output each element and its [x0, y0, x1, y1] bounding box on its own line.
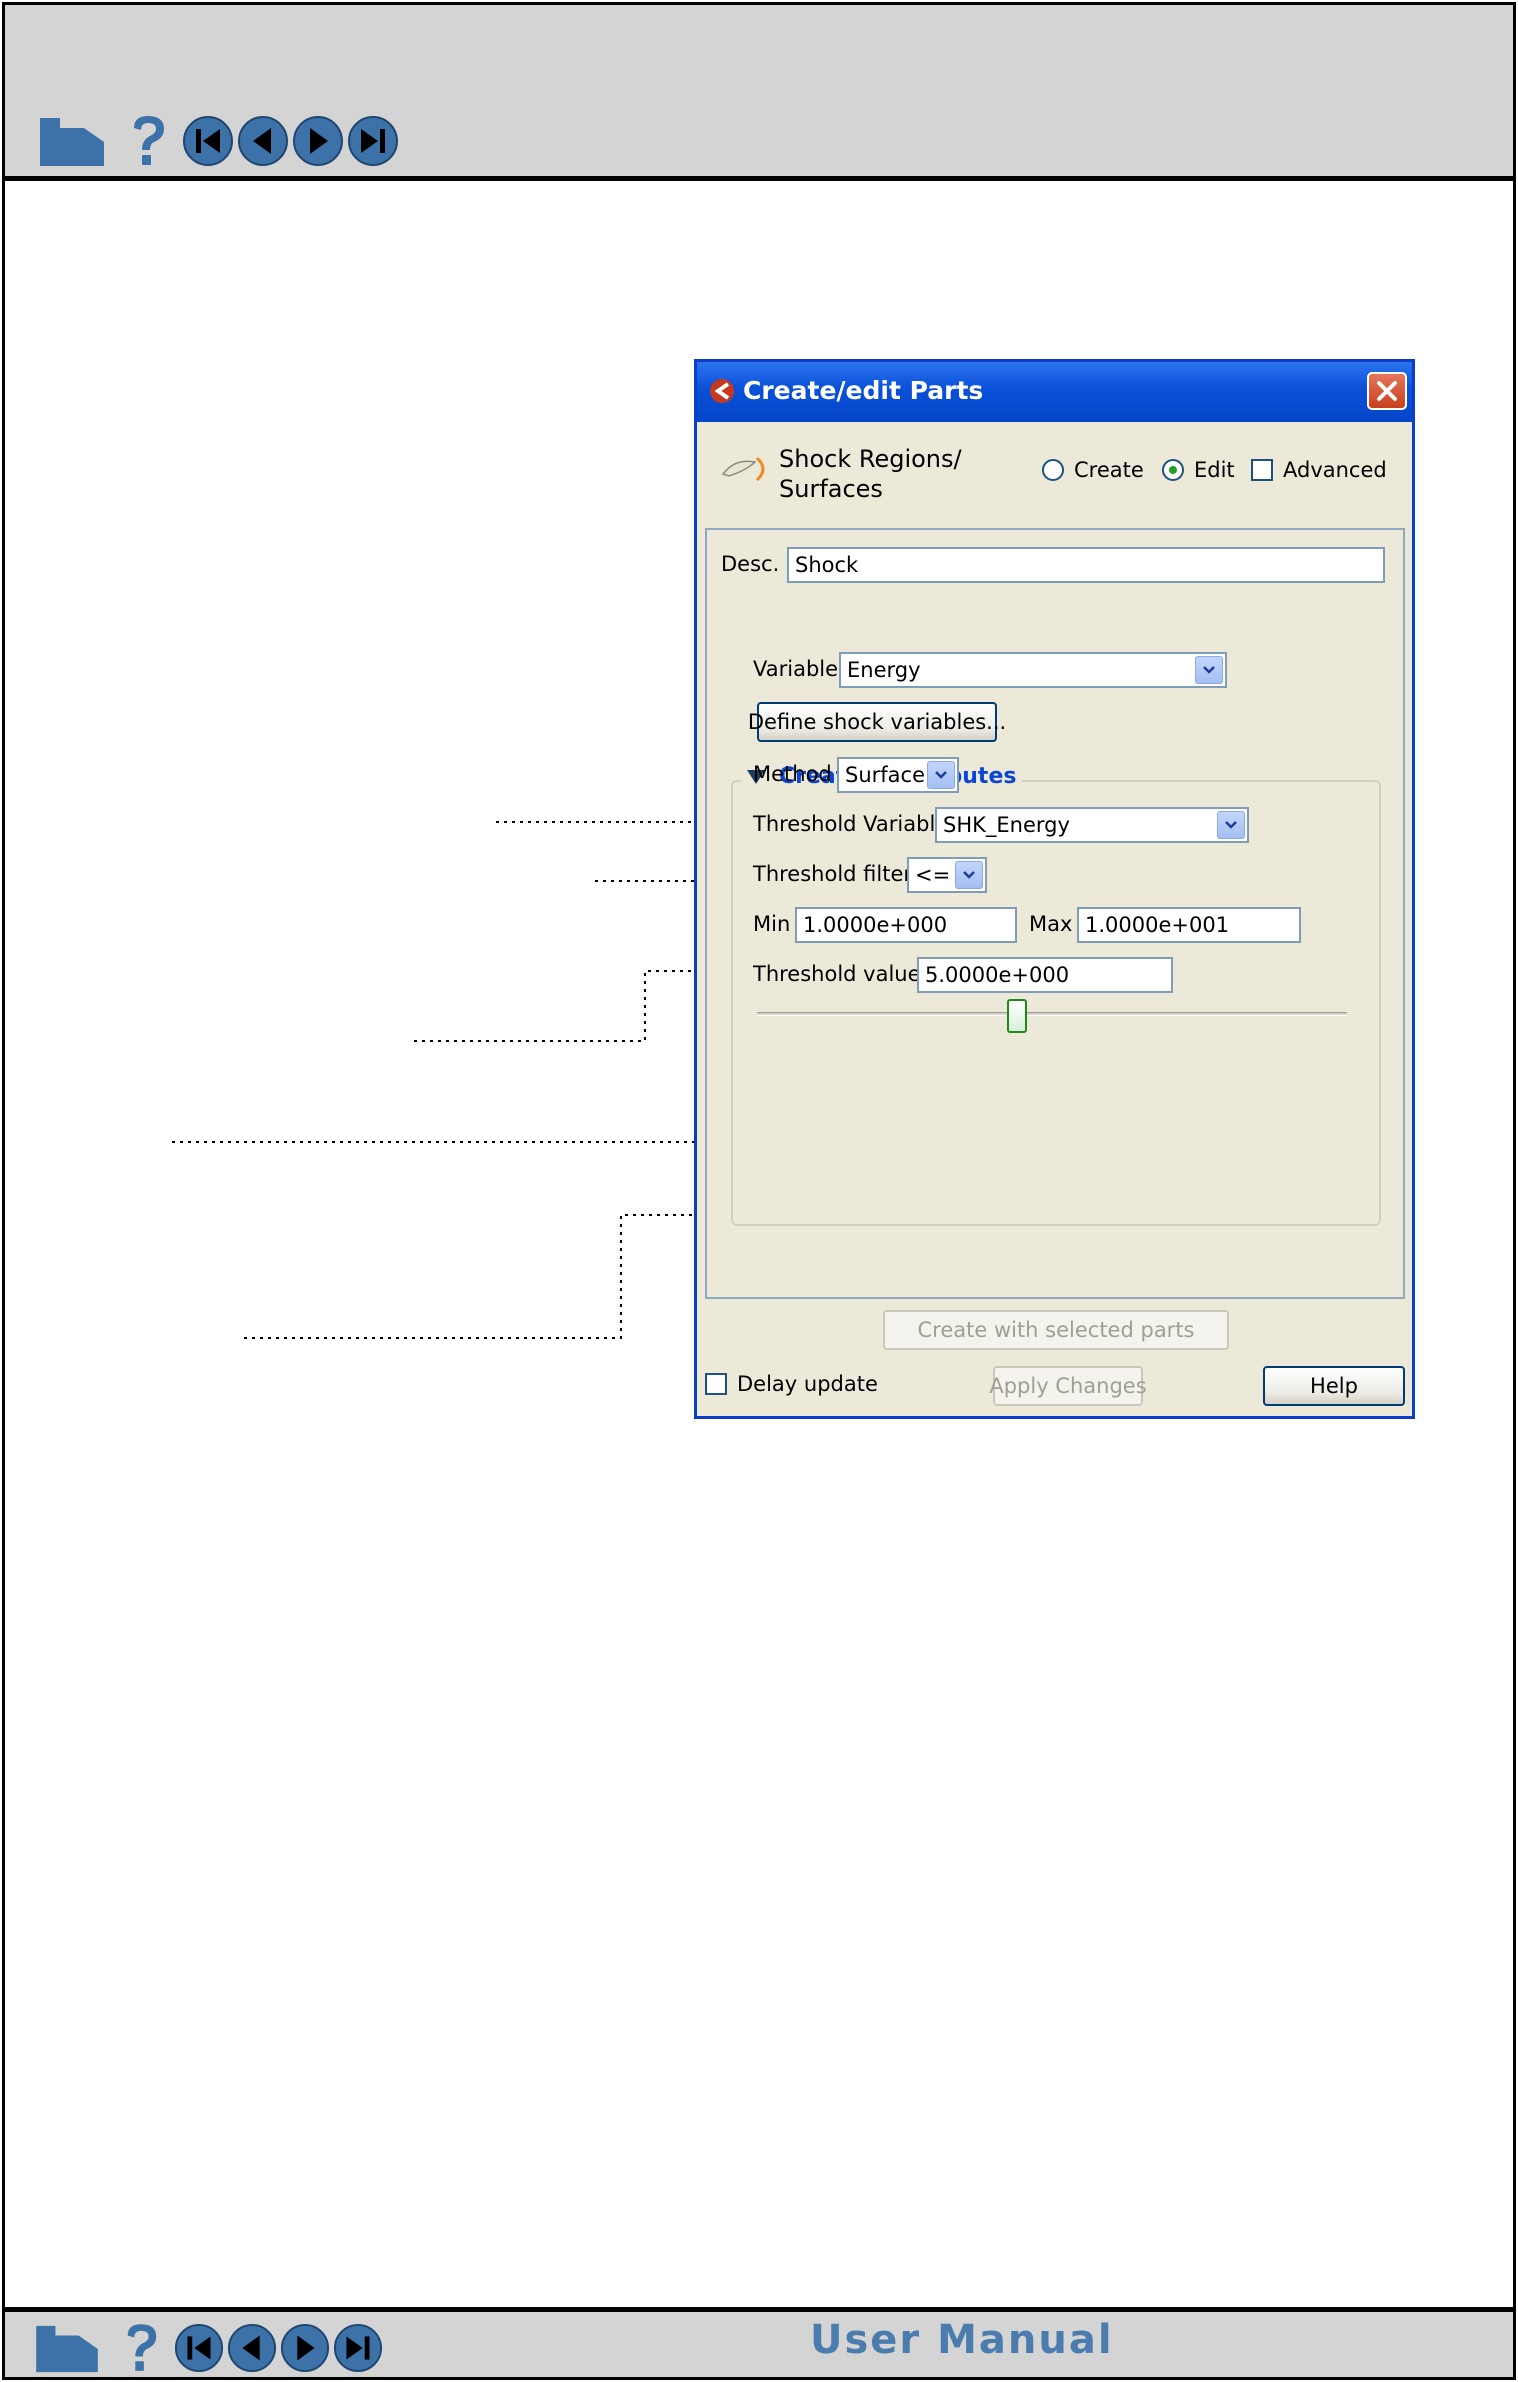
method-select[interactable]: Surface [837, 757, 959, 793]
desc-label: Desc. [721, 552, 780, 576]
delay-update-checkbox[interactable]: Delay update [705, 1372, 878, 1396]
attributes-panel: Desc. Shock Creation attributes Variable… [705, 528, 1405, 1299]
threshold-variable-label: Threshold Variable [753, 812, 949, 836]
chevron-down-icon[interactable] [1217, 811, 1245, 839]
chevron-down-icon[interactable] [1195, 656, 1223, 684]
shock-part-icon [721, 456, 765, 482]
max-input[interactable]: 1.0000e+001 [1077, 907, 1301, 943]
edit-radio-circle[interactable] [1162, 459, 1184, 481]
define-shock-variables-button[interactable]: Define shock variables... [748, 702, 1006, 742]
min-input[interactable]: 1.0000e+000 [795, 907, 1017, 943]
create-edit-parts-dialog: Create/edit Parts Shock Regions/ Surface… [694, 359, 1415, 1419]
edit-radio-label: Edit [1194, 458, 1235, 482]
chevron-down-icon[interactable] [927, 761, 955, 789]
part-type-row: Shock Regions/ Surfaces Create Edit Adva… [697, 422, 1412, 517]
max-label: Max [1029, 912, 1073, 936]
creation-attributes-group [731, 780, 1381, 1226]
chevron-down-icon[interactable] [955, 861, 983, 889]
desc-input[interactable]: Shock [787, 547, 1385, 583]
create-radio[interactable]: Create [1042, 458, 1144, 482]
threshold-value-input[interactable]: 5.0000e+000 [917, 957, 1173, 993]
create-with-selected-parts-button[interactable]: Create with selected parts [883, 1310, 1229, 1350]
variable-select[interactable]: Energy [839, 652, 1227, 688]
threshold-filter-label: Threshold filter [753, 862, 913, 886]
threshold-filter-select-value: <= [915, 863, 951, 887]
advanced-checkbox-box[interactable] [1251, 459, 1273, 481]
advanced-checkbox[interactable]: Advanced [1251, 458, 1387, 482]
part-type-label: Shock Regions/ Surfaces [779, 445, 962, 503]
apply-changes-button[interactable]: Apply Changes [989, 1366, 1147, 1406]
min-label: Min [753, 912, 791, 936]
variable-label: Variable [753, 657, 839, 681]
threshold-filter-select[interactable]: <= [907, 857, 987, 893]
method-select-value: Surface [845, 763, 926, 787]
close-button[interactable] [1367, 372, 1407, 410]
help-button[interactable]: Help [1263, 1366, 1405, 1406]
close-icon [1377, 381, 1397, 401]
delay-update-checkbox-box[interactable] [705, 1373, 727, 1395]
dialog-titlebar[interactable]: Create/edit Parts [697, 362, 1412, 422]
create-radio-circle[interactable] [1042, 459, 1064, 481]
threshold-value-label: Threshold value [753, 962, 921, 986]
create-radio-label: Create [1074, 458, 1144, 482]
variable-select-value: Energy [847, 658, 921, 682]
leader-threshold-value [414, 961, 742, 1042]
threshold-slider-thumb[interactable] [1006, 999, 1027, 1033]
edit-radio[interactable]: Edit [1162, 458, 1235, 482]
ensight-logo-icon [710, 379, 734, 403]
dialog-title: Create/edit Parts [743, 376, 984, 405]
delay-update-label: Delay update [737, 1372, 878, 1396]
threshold-variable-select[interactable]: SHK_Energy [935, 807, 1249, 843]
method-label: Method [753, 762, 832, 786]
threshold-slider-track[interactable] [757, 1012, 1347, 1016]
threshold-variable-select-value: SHK_Energy [943, 813, 1070, 837]
advanced-checkbox-label: Advanced [1283, 458, 1387, 482]
